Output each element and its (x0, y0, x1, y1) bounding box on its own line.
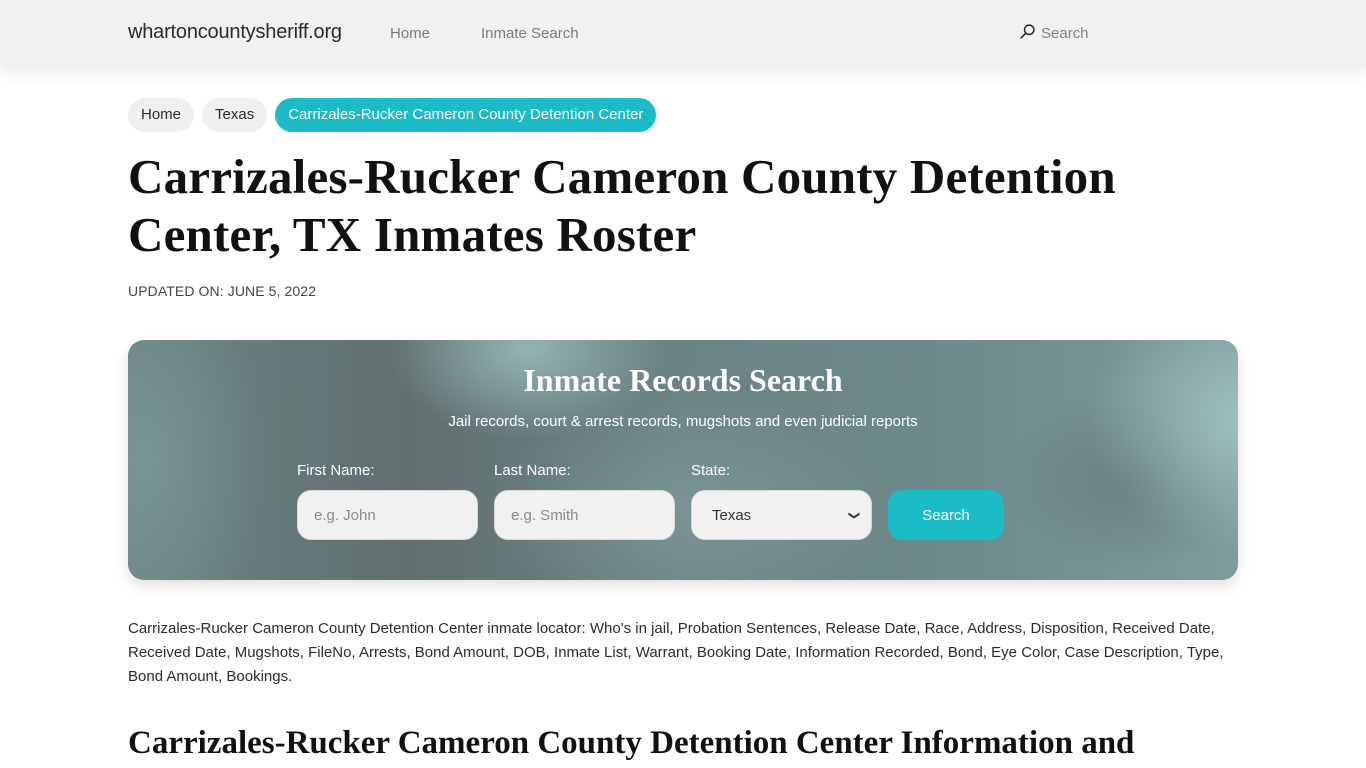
nav-link-home[interactable]: Home (390, 25, 430, 42)
last-name-label: Last Name: (494, 462, 571, 479)
state-select-value: Texas (712, 506, 752, 524)
first-name-input[interactable] (297, 490, 478, 540)
nav-search-button[interactable]: Search (1019, 23, 1089, 44)
state-label: State: (691, 462, 731, 479)
last-name-input[interactable] (494, 490, 675, 540)
site-brand-link[interactable]: whartoncountysheriff.org (128, 21, 342, 44)
first-name-label: First Name: (297, 462, 375, 479)
inmate-search-card: Inmate Records Search Jail records, cour… (128, 340, 1238, 580)
search-icon (1019, 23, 1041, 44)
nav-search-label: Search (1041, 25, 1089, 42)
updated-date: UPDATED ON: JUNE 5, 2022 (128, 283, 317, 299)
chevron-down-icon: ❯ (847, 510, 860, 520)
top-navbar: whartoncountysheriff.org Home Inmate Sea… (0, 0, 1366, 67)
search-card-subtitle: Jail records, court & arrest records, mu… (448, 413, 918, 430)
search-submit-button[interactable]: Search (888, 490, 1004, 540)
section-heading: Carrizales-Rucker Cameron County Detenti… (128, 725, 1135, 761)
state-select[interactable]: Texas ❯ (691, 490, 872, 540)
search-card-title: Inmate Records Search (523, 362, 843, 398)
breadcrumb-current-facility[interactable]: Carrizales-Rucker Cameron County Detenti… (275, 98, 657, 132)
page-title: Carrizales-Rucker Cameron County Detenti… (128, 149, 1116, 262)
breadcrumb: Home Texas Carrizales-Rucker Cameron Cou… (128, 98, 657, 132)
breadcrumb-home[interactable]: Home (128, 98, 195, 132)
breadcrumb-texas[interactable]: Texas (202, 98, 268, 132)
intro-paragraph: Carrizales-Rucker Cameron County Detenti… (128, 620, 1224, 685)
nav-link-inmate-search[interactable]: Inmate Search (481, 25, 579, 42)
